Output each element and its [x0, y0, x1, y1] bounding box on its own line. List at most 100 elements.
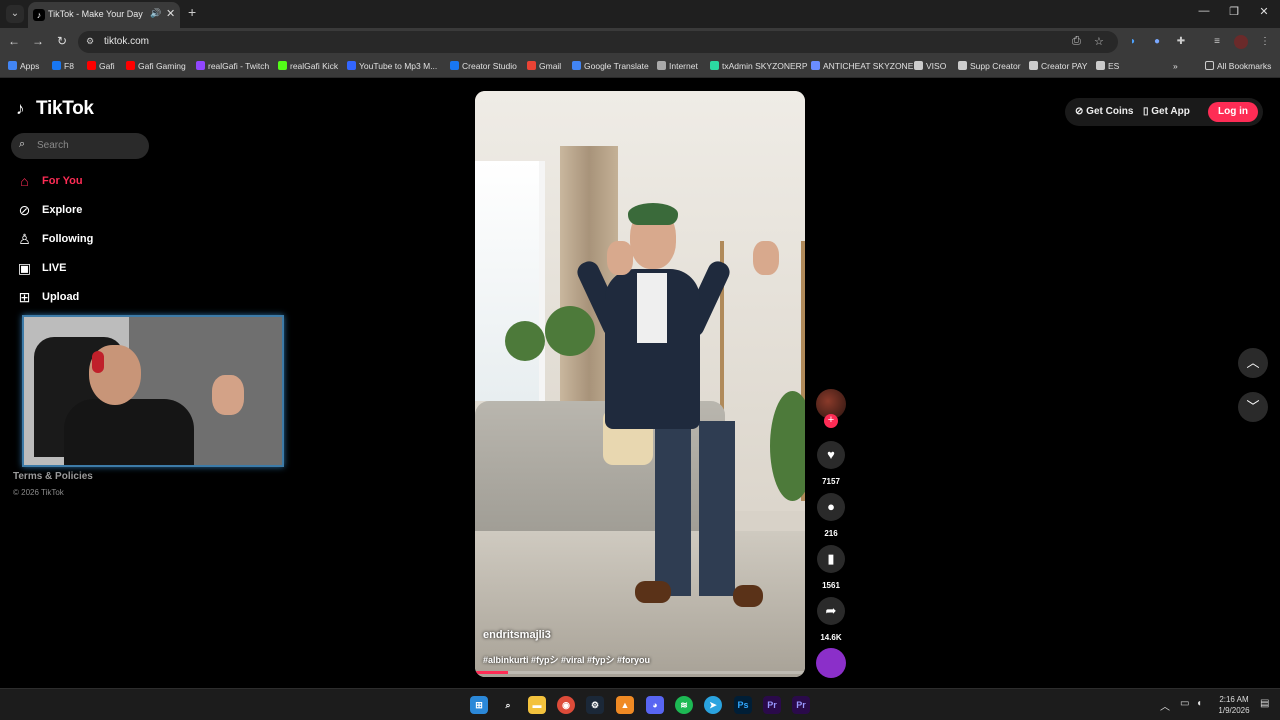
browser-tab-strip: ⌄ ♪ TikTok - Make Your Day 🔊 ✕ + — ❐ ✕ [0, 0, 1280, 28]
premiere-icon[interactable]: Pr [763, 696, 781, 714]
video-progress-fill [475, 671, 508, 674]
comment-button[interactable]: ● [817, 493, 845, 521]
bookmark-item[interactable]: F8 [52, 61, 74, 71]
all-bookmarks-button[interactable]: All Bookmarks [1205, 61, 1271, 71]
display-icon[interactable]: ▭ [1180, 698, 1189, 709]
new-tab-button[interactable]: + [188, 4, 196, 20]
install-app-icon[interactable]: ⎙ [1072, 35, 1081, 48]
bookmark-item[interactable]: VISO [914, 61, 946, 71]
steam-icon[interactable]: ⚙ [586, 696, 604, 714]
nav-label: Upload [42, 291, 80, 303]
bookmark-item[interactable]: ANTICHEAT SKYZONE [811, 61, 913, 71]
bookmark-item[interactable]: Creator Studio [450, 61, 517, 71]
save-count: 1561 [822, 581, 840, 590]
speaker-icon[interactable]: 🔊 [150, 8, 161, 19]
login-button[interactable]: Log in [1208, 102, 1258, 122]
bookmark-item[interactable]: Internet [657, 61, 698, 71]
tab-search-button[interactable]: ⌄ [6, 5, 24, 23]
photoshop-icon[interactable]: Ps [734, 696, 752, 714]
site-info-icon[interactable]: ⚙ [86, 36, 98, 48]
search-icon[interactable]: ⌕ [499, 696, 517, 714]
get-app-button[interactable]: ▯ Get App [1143, 106, 1190, 117]
minimize-icon[interactable]: — [1194, 5, 1214, 17]
compass-icon: ⊘ [18, 202, 31, 218]
bookmark-item[interactable]: YouTube to Mp3 M... [347, 61, 437, 71]
extensions-puzzle-icon[interactable]: ✚ [1174, 35, 1188, 49]
nav-label: Explore [42, 204, 83, 216]
nav-label: Following [42, 233, 94, 245]
next-video-button[interactable]: ﹀ [1238, 392, 1268, 422]
chrome-icon[interactable]: ◉ [557, 696, 575, 714]
follow-plus-icon[interactable]: + [824, 414, 838, 428]
browser-tab[interactable]: ♪ TikTok - Make Your Day 🔊 ✕ [28, 2, 180, 28]
video-progress-bar[interactable] [475, 671, 805, 674]
discord-icon[interactable]: ◕ [646, 696, 664, 714]
video-player[interactable]: endritsmajli3 #albinkurti #fypシ #viral #… [475, 91, 805, 677]
music-disc-icon[interactable] [816, 648, 846, 678]
bookmark-item[interactable]: Gafi [87, 61, 115, 71]
bookmark-item[interactable]: txAdmin SKYZONERP [710, 61, 808, 71]
share-button[interactable]: ➦ [817, 597, 845, 625]
heart-icon: ♥ [827, 447, 835, 462]
extension-icon[interactable]: ● [1150, 35, 1164, 49]
speaker-icon[interactable]: ◖ [1196, 698, 1202, 709]
bookmark-item[interactable]: Gafi Gaming [126, 61, 186, 71]
premiere-icon[interactable]: Pr [792, 696, 810, 714]
search-input[interactable]: ⌕ Search [11, 133, 149, 159]
more-bookmarks-icon[interactable]: » [1173, 61, 1178, 71]
webcam-overlay [22, 315, 284, 467]
close-window-icon[interactable]: ✕ [1254, 5, 1274, 18]
bookmark-icon [52, 61, 61, 70]
url-text[interactable]: tiktok.com [104, 36, 149, 47]
reading-list-icon[interactable]: ≡ [1210, 35, 1224, 49]
profile-avatar-icon[interactable] [1234, 35, 1248, 49]
bookmark-star-icon[interactable]: ☆ [1094, 35, 1104, 48]
previous-video-button[interactable]: ︿ [1238, 348, 1268, 378]
search-icon: ⌕ [19, 138, 26, 150]
chevron-up-icon[interactable]: ︿ [1160, 698, 1170, 713]
bookmark-item[interactable]: Creator PAY [1029, 61, 1087, 71]
forward-icon[interactable]: → [30, 34, 46, 48]
bookmark-icon [126, 61, 135, 70]
bookmark-icon [278, 61, 287, 70]
notification-bell-icon[interactable]: ▤ [1260, 698, 1269, 709]
bookmark-item[interactable]: realGafi - Twitch [196, 61, 269, 71]
save-button[interactable]: ▮ [817, 545, 845, 573]
chevron-up-icon: ︿ [1246, 355, 1260, 370]
back-icon[interactable]: ← [6, 34, 22, 48]
bookmark-item[interactable]: realGafi Kick [278, 61, 338, 71]
tiktok-logo[interactable]: ♪ TikTok [16, 98, 94, 120]
file-explorer-icon[interactable]: ▬ [528, 696, 546, 714]
system-clock[interactable]: 2:16 AM 1/9/2026 [1212, 694, 1256, 716]
spotify-icon[interactable]: ≋ [675, 696, 693, 714]
extension-icon[interactable]: ◗ [1126, 35, 1140, 49]
restore-icon[interactable]: ❐ [1224, 5, 1244, 18]
bookmark-item[interactable]: Gmail [527, 61, 561, 71]
close-tab-icon[interactable]: ✕ [166, 7, 175, 20]
menu-icon[interactable]: ⋮ [1258, 35, 1272, 49]
like-count: 7157 [822, 477, 840, 486]
bookmark-item[interactable]: ES [1096, 61, 1119, 71]
tiktok-note-icon: ♪ [16, 99, 25, 118]
video-username[interactable]: endritsmajli3 [483, 629, 551, 641]
tab-title: TikTok - Make Your Day [48, 9, 143, 19]
bookmark-icon [527, 61, 536, 70]
following-icon: ♙ [18, 231, 31, 247]
bookmark-icon [196, 61, 205, 70]
windows-icon[interactable]: ⊞ [470, 696, 488, 714]
get-coins-button[interactable]: ⊘ Get Coins [1075, 106, 1133, 117]
comment-count: 216 [824, 529, 838, 538]
bookmark-icon [1029, 61, 1038, 70]
terms-policies-link[interactable]: Terms & Policies [13, 471, 93, 482]
reload-icon[interactable]: ↻ [54, 34, 70, 48]
video-caption[interactable]: #albinkurti #fypシ #viral #fypシ #foryou [483, 653, 650, 666]
bookmark-item[interactable]: Apps [8, 61, 39, 71]
like-button[interactable]: ♥ [817, 441, 845, 469]
browser-toolbar: ← → ↻ ⚙ tiktok.com ⎙ ☆ ◗ ● ✚ ≡ ⋮ [0, 28, 1280, 56]
bookmark-item[interactable]: Supp Creator [958, 61, 1021, 71]
bookmark-icon [914, 61, 923, 70]
vlc-icon[interactable]: ▲ [616, 696, 634, 714]
bookmark-item[interactable]: Google Translate [572, 61, 649, 71]
address-bar[interactable]: ⚙ tiktok.com ⎙ ☆ [78, 31, 1118, 53]
telegram-icon[interactable]: ➤ [704, 696, 722, 714]
